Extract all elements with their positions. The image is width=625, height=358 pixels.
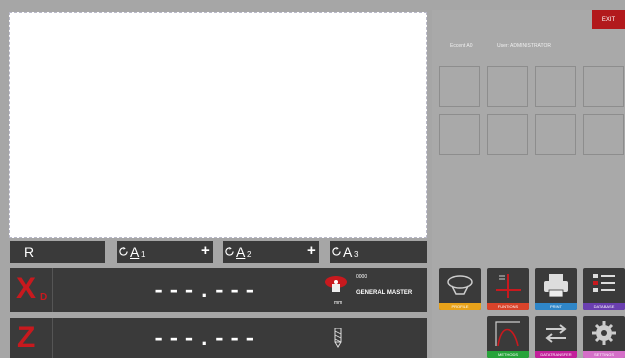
reset-icon[interactable] (119, 247, 128, 256)
database-icon (593, 274, 615, 292)
datatransfer-button[interactable]: DATATRANSFER (535, 316, 577, 358)
methods-button[interactable]: METHODS (487, 316, 529, 358)
tool-number: 0000 (356, 274, 368, 280)
slot-5[interactable] (439, 114, 480, 155)
tool-selector[interactable]: 0000 GENERAL MASTER mm (320, 268, 427, 312)
x-value: ---.--- (152, 279, 259, 304)
database-label: DATABASE (583, 303, 625, 310)
slot-7[interactable] (535, 114, 576, 155)
axis-a1[interactable]: A 1 + (117, 241, 213, 263)
x-axis-letter: X (16, 272, 37, 305)
slot-3[interactable] (535, 66, 576, 107)
datatransfer-label: DATATRANSFER (535, 351, 577, 358)
profile-button[interactable]: PROFILE (439, 268, 481, 310)
gear-icon (592, 321, 616, 345)
methods-label: METHODS (487, 351, 529, 358)
tool-holder-icon (325, 276, 347, 292)
printer-icon (544, 274, 568, 298)
add-a2-button[interactable]: + (307, 242, 316, 259)
user-name: User: ADMINISTRATOR (497, 43, 551, 49)
axis-r[interactable]: R (10, 241, 105, 263)
transfer-icon (545, 324, 567, 343)
add-a1-button[interactable]: + (201, 242, 210, 259)
slot-1[interactable] (439, 66, 480, 107)
functions-icon (496, 274, 521, 298)
axis-a3[interactable]: A 3 (330, 241, 427, 263)
tool-unit: mm (334, 300, 343, 306)
axis-a3-label: A (343, 244, 353, 260)
axis-a2-sub: 2 (247, 250, 252, 259)
print-label: PRINT (535, 303, 577, 310)
z-axis-key[interactable]: Z (10, 318, 53, 358)
tool-name: GENERAL MASTER (356, 290, 413, 296)
x-axis-key[interactable]: X D (10, 268, 53, 312)
x-axis-sub: D (40, 292, 48, 303)
axis-a3-sub: 3 (354, 250, 359, 259)
reset-icon[interactable] (332, 247, 341, 256)
settings-label: SETTINGS (583, 351, 625, 358)
functions-label: FUNTIONS (487, 303, 529, 310)
tool-view-button[interactable] (320, 318, 427, 358)
database-button[interactable]: DATABASE (583, 268, 625, 310)
slot-4[interactable] (583, 66, 624, 107)
z-value: ---.--- (152, 327, 259, 352)
axis-a2-label: A (236, 244, 246, 260)
axis-r-label: R (24, 244, 35, 260)
reset-icon[interactable] (225, 247, 234, 256)
profile-label: PROFILE (439, 303, 481, 310)
slot-6[interactable] (487, 114, 528, 155)
axis-a1-label: A (130, 244, 140, 260)
slot-8[interactable] (583, 114, 624, 155)
drill-icon (334, 328, 342, 348)
measurement-canvas[interactable] (9, 12, 427, 238)
axis-a2[interactable]: A 2 + (223, 241, 319, 263)
print-button[interactable]: PRINT (535, 268, 577, 310)
axis-a1-sub: 1 (141, 250, 146, 259)
methods-icon (495, 321, 520, 347)
profile-icon (447, 275, 473, 295)
settings-button[interactable]: SETTINGS (583, 316, 625, 358)
functions-button[interactable]: FUNTIONS (487, 268, 529, 310)
file-name: Eccent A0 (450, 43, 473, 49)
exit-button[interactable]: EXIT (592, 10, 625, 29)
slot-2[interactable] (487, 66, 528, 107)
z-axis-letter: Z (17, 321, 36, 354)
